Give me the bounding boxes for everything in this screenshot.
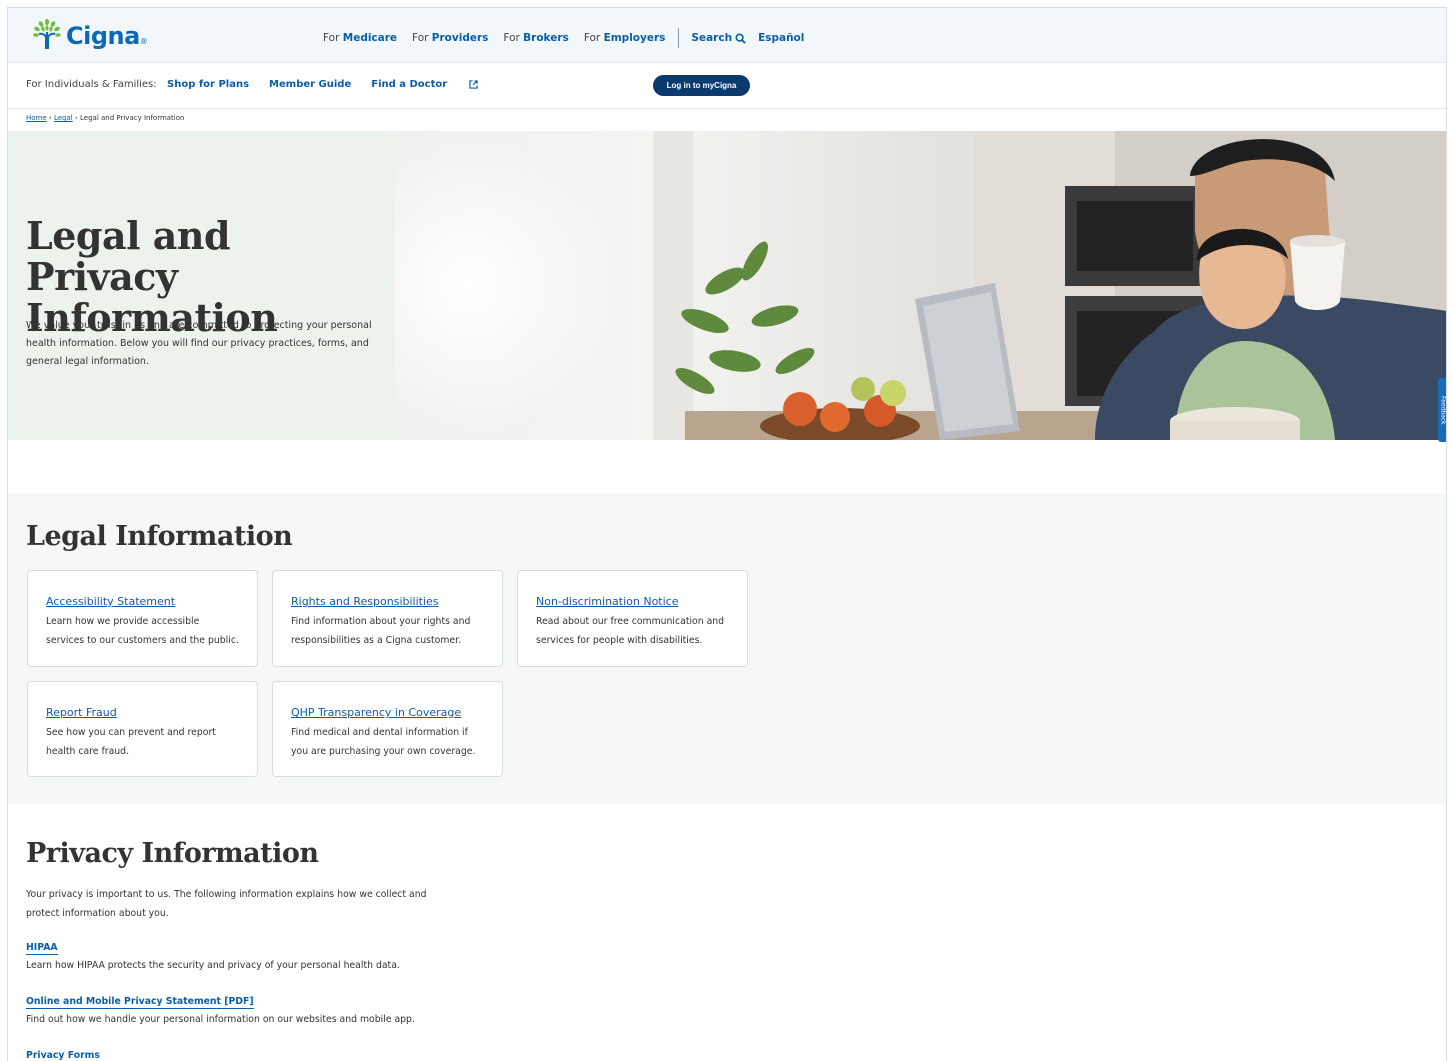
hipaa-link[interactable]: HIPAA xyxy=(26,941,58,955)
card-report-fraud[interactable]: Report Fraud See how you can prevent and… xyxy=(27,681,258,777)
privacy-forms-link[interactable]: Privacy Forms xyxy=(26,1049,100,1061)
privacy-section-title: Privacy Information xyxy=(26,838,319,869)
card-description: Find information about your rights and r… xyxy=(291,616,471,646)
legal-section: Legal Information Accessibility Statemen… xyxy=(8,493,1446,804)
card-title[interactable]: Accessibility Statement xyxy=(46,595,175,608)
search-icon xyxy=(735,32,746,44)
card-rights-responsibilities[interactable]: Rights and Responsibilities Find informa… xyxy=(272,570,503,667)
search-label: Search xyxy=(691,32,733,44)
card-non-discrimination[interactable]: Non-discrimination Notice Read about our… xyxy=(517,570,748,667)
sub-header: For Individuals & Families: Shop for Pla… xyxy=(8,63,1446,109)
privacy-intro: Your privacy is important to us. The fol… xyxy=(26,889,427,919)
breadcrumb-current: Legal and Privacy Information xyxy=(80,114,185,122)
card-description: Find medical and dental information if y… xyxy=(291,727,476,757)
card-title[interactable]: Non-discrimination Notice xyxy=(536,595,679,608)
privacy-statement-description: Find out how we handle your personal inf… xyxy=(26,1014,415,1025)
card-title[interactable]: Rights and Responsibilities xyxy=(291,595,439,608)
top-header: Cigna ® For Medicare For Providers For B… xyxy=(8,8,1446,63)
privacy-statement-link[interactable]: Online and Mobile Privacy Statement [PDF… xyxy=(26,995,254,1009)
card-description: See how you can prevent and report healt… xyxy=(46,727,216,757)
nav-medicare[interactable]: For Medicare xyxy=(323,32,397,44)
external-link-icon xyxy=(469,80,478,89)
breadcrumb-legal[interactable]: Legal xyxy=(54,114,73,122)
tree-icon xyxy=(30,18,64,54)
nav-employers[interactable]: For Employers xyxy=(584,32,666,44)
espanol-link[interactable]: Español xyxy=(758,32,804,44)
page-title-line1: Legal and Privacy xyxy=(26,213,231,299)
shop-for-plans-link[interactable]: Shop for Plans xyxy=(167,79,249,90)
card-accessibility-statement[interactable]: Accessibility Statement Learn how we pro… xyxy=(27,570,258,667)
member-guide-link[interactable]: Member Guide xyxy=(269,79,351,90)
page-frame: Cigna ® For Medicare For Providers For B… xyxy=(7,7,1447,1061)
find-a-doctor-link[interactable]: Find a Doctor xyxy=(371,79,478,90)
cigna-logo[interactable]: Cigna ® xyxy=(30,18,148,54)
hipaa-description: Learn how HIPAA protects the security an… xyxy=(26,960,400,971)
find-a-doctor-label: Find a Doctor xyxy=(371,79,448,90)
legal-section-title: Legal Information xyxy=(26,521,293,552)
card-description: Learn how we provide accessible services… xyxy=(46,616,239,646)
nav-providers[interactable]: For Providers xyxy=(412,32,488,44)
feedback-tab[interactable]: Feedback xyxy=(1438,378,1446,442)
breadcrumb-separator: › xyxy=(74,114,78,122)
card-title[interactable]: QHP Transparency in Coverage xyxy=(291,706,461,719)
hero-photo xyxy=(395,131,1446,440)
audience-label: For Individuals & Families: xyxy=(26,79,157,90)
search-link[interactable]: Search xyxy=(691,32,746,44)
nav-divider xyxy=(678,28,680,48)
nav-brokers[interactable]: For Brokers xyxy=(503,32,568,44)
subnav-links: Shop for Plans Member Guide Find a Docto… xyxy=(167,79,498,90)
breadcrumb: Home › Legal › Legal and Privacy Informa… xyxy=(26,114,184,122)
logo-text: Cigna xyxy=(66,22,140,50)
breadcrumb-separator: › xyxy=(48,114,52,122)
hero-banner: Legal and Privacy Information We value y… xyxy=(8,131,1446,440)
audience-nav: For Medicare For Providers For Brokers F… xyxy=(323,28,804,48)
card-qhp-transparency[interactable]: QHP Transparency in Coverage Find medica… xyxy=(272,681,503,777)
card-description: Read about our free communication and se… xyxy=(536,616,725,646)
hero-description: We value your trust in us and are commit… xyxy=(26,320,372,367)
breadcrumb-home[interactable]: Home xyxy=(26,114,47,122)
card-title[interactable]: Report Fraud xyxy=(46,706,117,719)
login-button[interactable]: Log in to myCigna xyxy=(653,75,750,96)
registered-mark: ® xyxy=(139,36,148,46)
hero-text-panel: Legal and Privacy Information We value y… xyxy=(8,131,395,440)
